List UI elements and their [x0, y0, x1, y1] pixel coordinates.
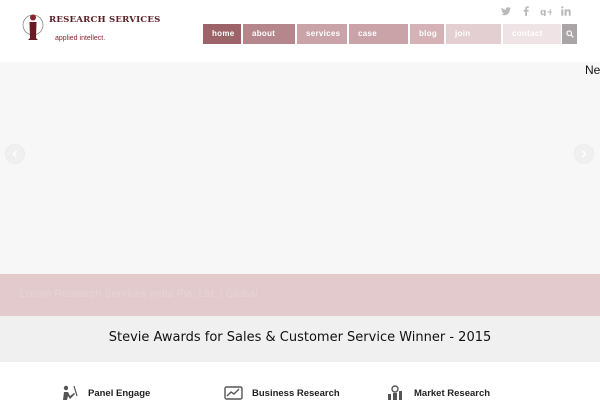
panel-engage-icon — [63, 385, 78, 400]
nav-item-services-label: services — [306, 29, 341, 38]
social-links: g+ — [496, 4, 576, 18]
business-research-icon — [224, 386, 243, 400]
nav-item-case-label-2: study — [358, 50, 381, 59]
facebook-icon[interactable] — [516, 4, 536, 18]
search-icon — [565, 30, 574, 38]
page: RESEARCH SERVICES applied intellect. g+ … — [0, 0, 600, 400]
award-text: Stevie Awards for Sales & Customer Servi… — [108, 330, 492, 345]
logo[interactable]: RESEARCH SERVICES applied intellect. — [22, 11, 160, 53]
google-plus-icon[interactable]: g+ — [536, 4, 556, 18]
hero-slider — [0, 62, 600, 274]
chevron-right-icon — [582, 150, 587, 158]
logo-tagline: applied intellect. — [55, 35, 106, 42]
slider-prev-button[interactable] — [5, 144, 25, 164]
market-research-icon — [388, 385, 402, 400]
nav-item-home-label: home — [212, 29, 235, 38]
nav-item-case-label: case — [358, 29, 377, 38]
nav-item-blog-label: blog — [419, 29, 438, 38]
nav-item-contact-label-2: us — [512, 50, 522, 59]
nav-item-case-study[interactable]: case study — [349, 24, 408, 59]
chevron-left-icon — [12, 150, 17, 158]
feature-panel-engage[interactable]: Panel Engage — [60, 384, 150, 400]
nav-item-contact-label: contact — [512, 29, 543, 38]
nav-item-contact-us[interactable]: contact us — [503, 24, 561, 59]
logo-brand: RESEARCH SERVICES — [49, 15, 161, 25]
nav-item-services[interactable]: services — [297, 24, 347, 44]
slider-next-button[interactable] — [574, 144, 594, 164]
logo-mark-icon — [22, 14, 44, 40]
header: RESEARCH SERVICES applied intellect. g+ … — [0, 0, 600, 62]
nav-item-about-label: about — [252, 29, 276, 38]
feature-market-research-label: Market Research — [414, 388, 491, 399]
feature-business-research[interactable]: Business Research — [224, 384, 340, 400]
feature-panel-engage-label: Panel Engage — [88, 388, 151, 399]
nav-item-join-label: join — [455, 29, 471, 38]
nav-item-join-label-2: panel — [455, 50, 478, 59]
feature-business-research-label: Business Research — [252, 388, 340, 399]
nav-item-blog[interactable]: blog — [410, 24, 444, 44]
nav-item-home[interactable]: home — [203, 24, 241, 44]
search-button[interactable] — [562, 24, 577, 44]
linkedin-icon[interactable] — [556, 4, 576, 18]
nav-item-about-us[interactable]: about us — [243, 24, 295, 59]
feature-market-research[interactable]: Market Research — [386, 384, 490, 400]
highlight-band-text: Lorem Research Services India Pvt. Ltd. … — [20, 288, 258, 300]
nav-item-about-label-2: us — [252, 50, 262, 59]
svg-text:g+: g+ — [540, 8, 552, 16]
twitter-icon[interactable] — [496, 4, 516, 18]
nav-item-join-panel[interactable]: join panel — [446, 24, 501, 59]
news-ticker[interactable]: New — [585, 63, 600, 77]
